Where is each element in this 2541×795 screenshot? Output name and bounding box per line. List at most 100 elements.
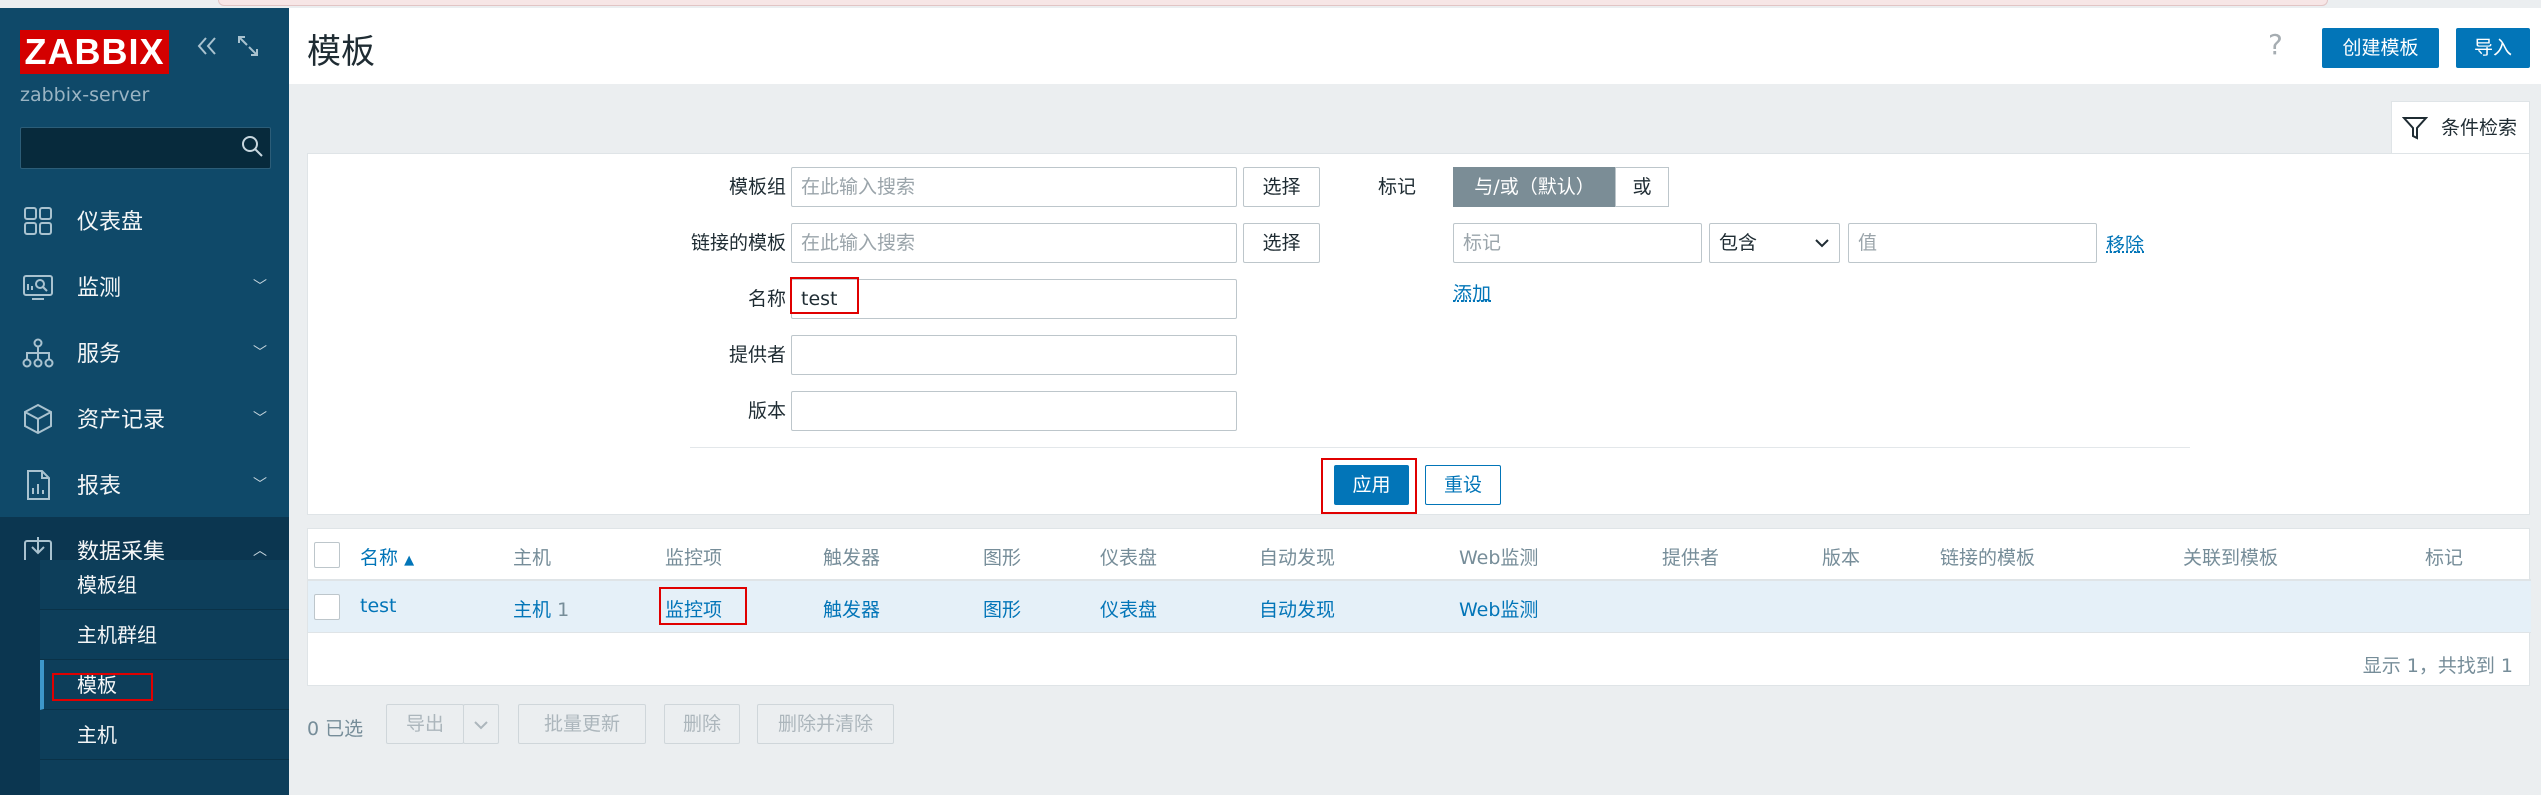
kiosk-mode-icon[interactable] <box>235 33 261 66</box>
remove-tag-link[interactable]: 移除 <box>2106 230 2144 257</box>
web-link[interactable]: Web监测 <box>1459 595 1538 622</box>
chevron-down-icon: ﹀ <box>253 474 267 494</box>
sidebar-item-hosts[interactable]: 主机 <box>40 710 289 760</box>
sidebar-item-label: 仪表盘 <box>77 204 143 236</box>
sidebar-item-monitoring[interactable]: 监测 ﹀ <box>0 253 289 319</box>
tags-label: 标记 <box>1336 172 1416 199</box>
submenu-gutter <box>0 560 40 795</box>
tag-name-input[interactable]: 标记 <box>1453 223 1702 263</box>
select-all-checkbox[interactable] <box>314 542 340 568</box>
column-linked-templates: 链接的模板 <box>1940 543 2035 570</box>
highlight-box-templates <box>52 673 153 701</box>
graphs-link[interactable]: 图形 <box>983 595 1021 622</box>
zabbix-logo[interactable]: ZABBIX <box>20 30 169 74</box>
discovery-link[interactable]: 自动发现 <box>1259 595 1335 622</box>
highlight-box-name <box>790 277 859 314</box>
tag-operator-value: 包含 <box>1719 232 1757 254</box>
chevron-down-icon: ﹀ <box>253 408 267 428</box>
sidebar-item-label: 资产记录 <box>77 402 165 434</box>
help-icon[interactable]: ? <box>2268 28 2283 61</box>
template-group-label: 模板组 <box>586 172 786 199</box>
version-label: 版本 <box>586 396 786 423</box>
sidebar-item-label: 监测 <box>77 270 121 302</box>
column-hosts: 主机 <box>513 543 551 570</box>
linked-templates-input[interactable]: 在此输入搜索 <box>791 223 1237 263</box>
version-input[interactable] <box>791 391 1237 431</box>
highlight-box-items <box>659 587 747 625</box>
search-icon[interactable] <box>240 134 264 158</box>
tab-filter[interactable]: 条件检索 <box>2391 101 2530 153</box>
delete-and-clear-button[interactable]: 删除并清除 <box>757 704 894 744</box>
sidebar-item-label: 服务 <box>77 336 121 368</box>
sidebar-item-inventory[interactable]: 资产记录 ﹀ <box>0 385 289 451</box>
collapse-sidebar-icon[interactable] <box>194 33 220 66</box>
filter-icon <box>2402 115 2428 141</box>
template-name-link[interactable]: test <box>360 595 397 617</box>
template-group-input[interactable]: 在此输入搜索 <box>791 167 1237 207</box>
linked-templates-label: 链接的模板 <box>586 228 786 255</box>
services-icon <box>22 337 54 369</box>
create-template-button[interactable]: 创建模板 <box>2322 28 2439 68</box>
filter-tab-label: 条件检索 <box>2441 117 2517 139</box>
export-dropdown-button[interactable] <box>463 704 499 744</box>
tag-operator-select[interactable]: 包含 <box>1709 223 1840 263</box>
reset-button[interactable]: 重设 <box>1425 465 1501 505</box>
sidebar-item-template-groups[interactable]: 模板组 <box>40 560 289 610</box>
dashboard-icon <box>22 205 54 237</box>
column-tags: 标记 <box>2425 543 2463 570</box>
template-group-select-button[interactable]: 选择 <box>1243 167 1320 207</box>
page-title: 模板 <box>307 24 375 73</box>
chevron-up-icon: ︿ <box>253 540 267 560</box>
column-items: 监控项 <box>665 543 722 570</box>
column-web: Web监测 <box>1459 543 1538 570</box>
column-version: 版本 <box>1822 543 1860 570</box>
sidebar-item-host-groups[interactable]: 主机群组 <box>40 610 289 660</box>
column-name[interactable]: 名称 ▲ <box>360 543 414 570</box>
vendor-input[interactable] <box>791 335 1237 375</box>
chevron-down-icon: ﹀ <box>253 276 267 296</box>
triggers-link[interactable]: 触发器 <box>823 595 880 622</box>
row-checkbox[interactable] <box>314 594 340 620</box>
sidebar-item-label: 报表 <box>77 468 121 500</box>
results-count: 显示 1，共找到 1 <box>2363 651 2513 678</box>
sidebar-search-input[interactable] <box>20 127 271 169</box>
tag-value-input[interactable]: 值 <box>1848 223 2097 263</box>
tags-and-or-option[interactable]: 与/或（默认） <box>1453 167 1616 207</box>
sidebar-item-services[interactable]: 服务 ﹀ <box>0 319 289 385</box>
table-row: test 主机 1 监控项 触发器 图形 仪表盘 自动发现 Web监测 <box>308 581 2531 633</box>
import-button[interactable]: 导入 <box>2456 28 2530 68</box>
tags-or-option[interactable]: 或 <box>1615 167 1669 207</box>
filter-divider <box>690 447 2190 448</box>
chevron-down-icon <box>474 720 488 730</box>
column-vendor: 提供者 <box>1662 543 1719 570</box>
apply-button[interactable]: 应用 <box>1334 465 1409 505</box>
inventory-icon <box>22 403 54 435</box>
hosts-link-label: 主机 <box>513 599 551 621</box>
column-triggers: 触发器 <box>823 543 880 570</box>
sidebar-item-reports[interactable]: 报表 ﹀ <box>0 451 289 517</box>
main-content: 模板 ? 创建模板 导入 条件检索 模板组 在此输入搜索 选择 链接的模板 在此… <box>289 8 2541 795</box>
reports-icon <box>22 469 54 501</box>
sidebar-item-dashboards[interactable]: 仪表盘 <box>0 187 289 253</box>
dashboards-link[interactable]: 仪表盘 <box>1100 595 1157 622</box>
column-name-label: 名称 <box>360 547 398 569</box>
mass-update-button[interactable]: 批量更新 <box>518 704 646 744</box>
page-header: 模板 ? 创建模板 导入 <box>289 8 2541 84</box>
hosts-link[interactable]: 主机 1 <box>513 595 569 622</box>
browser-top-strip <box>0 0 2541 8</box>
sidebar-submenu: 模板组 主机群组 模板 主机 <box>0 560 289 795</box>
sort-asc-icon: ▲ <box>404 553 414 568</box>
server-name: zabbix-server <box>20 84 149 106</box>
vendor-label: 提供者 <box>586 340 786 367</box>
table-header: 名称 ▲ 主机 监控项 触发器 图形 仪表盘 自动发现 Web监测 提供者 版本… <box>308 529 2531 581</box>
add-tag-link[interactable]: 添加 <box>1453 279 1491 306</box>
column-dashboards: 仪表盘 <box>1100 543 1157 570</box>
templates-table: 名称 ▲ 主机 监控项 触发器 图形 仪表盘 自动发现 Web监测 提供者 版本… <box>307 528 2530 686</box>
browser-tab-bar <box>218 0 2328 6</box>
filter-panel: 模板组 在此输入搜索 选择 链接的模板 在此输入搜索 选择 名称 test 提供… <box>307 153 2530 515</box>
export-button[interactable]: 导出 <box>386 704 464 744</box>
column-graphs: 图形 <box>983 543 1021 570</box>
column-linked-to-templates: 关联到模板 <box>2183 543 2278 570</box>
linked-templates-select-button[interactable]: 选择 <box>1243 223 1320 263</box>
delete-button[interactable]: 删除 <box>664 704 740 744</box>
